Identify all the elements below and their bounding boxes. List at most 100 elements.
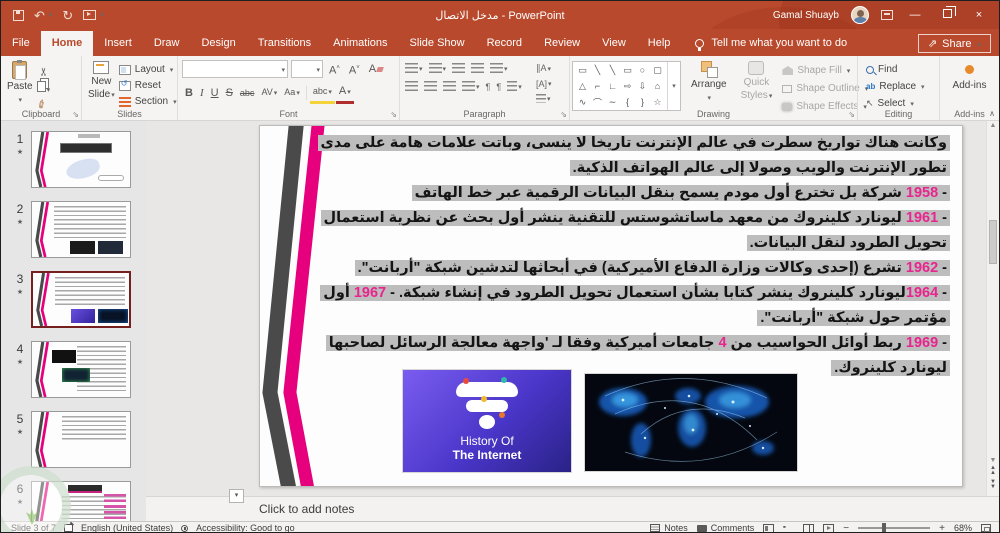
accessibility-label[interactable]: Accessibility: Good to go [196, 523, 295, 532]
scrollbar-thumb[interactable] [989, 220, 997, 264]
italic-button[interactable]: I [197, 85, 207, 101]
reset-button[interactable]: Reset [118, 78, 177, 93]
shrink-font-button[interactable]: A˅ [346, 60, 363, 79]
font-size-combo[interactable] [291, 60, 323, 79]
arrange-button[interactable]: Arrange [687, 59, 731, 107]
shape-gallery-more-icon[interactable]: ▾ [667, 62, 680, 110]
tab-design[interactable]: Design [190, 31, 246, 56]
next-slide-button[interactable]: ▼ ▼ [987, 479, 999, 490]
ribbon-display-options-icon[interactable] [881, 10, 893, 20]
freeform-shape-icon[interactable]: ⌐ [590, 78, 605, 94]
replace-button[interactable]: ab Replace [866, 79, 937, 94]
addins-button[interactable]: Add-ins [942, 59, 997, 107]
customize-quick-access-icon[interactable] [99, 12, 104, 19]
new-slide-button[interactable]: New Slide [84, 59, 119, 107]
text-box-shape-icon[interactable]: ▭ [575, 62, 590, 78]
arc-shape-icon[interactable]: ⌒ [590, 94, 605, 110]
elbow-shape-icon[interactable]: ∟ [605, 78, 620, 94]
slide-thumbnail-4[interactable] [31, 341, 131, 398]
scroll-down-icon[interactable]: ▼ [987, 457, 999, 464]
zoom-out-button[interactable]: − [843, 523, 849, 533]
zoom-slider[interactable] [858, 523, 931, 532]
language-icon[interactable] [64, 524, 74, 532]
layout-button[interactable]: Layout [118, 62, 177, 77]
star-shape-icon[interactable]: ☆ [650, 94, 665, 110]
align-left-button[interactable] [402, 80, 421, 93]
slide-show-button[interactable] [823, 523, 835, 532]
world-map-image[interactable] [584, 373, 798, 472]
numbering-button[interactable] [426, 62, 450, 75]
tab-transitions[interactable]: Transitions [247, 31, 322, 56]
justify-button[interactable] [459, 80, 483, 93]
align-right-button[interactable] [440, 80, 459, 93]
bullets-button[interactable] [402, 62, 426, 75]
language-label[interactable]: English (United States) [81, 523, 173, 532]
tab-insert[interactable]: Insert [93, 31, 143, 56]
save-icon[interactable] [13, 9, 24, 21]
align-center-button[interactable] [421, 80, 440, 93]
clear-formatting-button[interactable]: A [366, 61, 386, 77]
change-case-button[interactable]: Aa [281, 84, 303, 102]
triangle-shape-icon[interactable]: △ [575, 78, 590, 94]
start-from-beginning-icon[interactable] [83, 10, 97, 20]
paragraph-dialog-launcher-icon[interactable]: ⇘ [560, 110, 567, 119]
rtl-direction-button[interactable]: ¶ [493, 80, 504, 93]
restore-button[interactable] [937, 6, 957, 21]
tab-review[interactable]: Review [533, 31, 591, 56]
shadow-button[interactable]: S [223, 85, 236, 101]
right-arrow-shape-icon[interactable]: ⇨ [620, 78, 635, 94]
section-button[interactable]: Section [118, 94, 177, 109]
strikethrough-button[interactable]: abc [237, 85, 258, 101]
fit-slide-to-window-icon[interactable] [981, 524, 991, 532]
bold-button[interactable]: B [182, 85, 196, 101]
increase-indent-button[interactable] [468, 62, 487, 75]
tab-view[interactable]: View [591, 31, 637, 56]
zoom-in-button[interactable]: + [939, 523, 945, 533]
undo-icon[interactable]: ↶ [34, 9, 45, 22]
shape-fill-button[interactable]: Shape Fill [782, 63, 868, 78]
undo-dropdown-icon[interactable] [48, 12, 53, 19]
notes-pane[interactable]: ▾ Click to add notes [146, 489, 999, 521]
tab-help[interactable]: Help [637, 31, 682, 56]
line-spacing-button[interactable] [487, 62, 511, 75]
history-of-internet-image[interactable]: History Of The Internet [402, 369, 572, 473]
cut-icon[interactable]: ✂ [37, 63, 50, 76]
ltr-direction-button[interactable]: ¶ [483, 80, 494, 93]
redo-icon[interactable]: ↻ [62, 9, 73, 22]
close-button[interactable]: × [969, 9, 989, 21]
line-arrow-shape-icon[interactable]: ╲ [605, 62, 620, 78]
comments-toggle-button[interactable]: Comments [696, 523, 754, 532]
zoom-slider-thumb[interactable] [882, 523, 887, 532]
copy-button[interactable] [36, 78, 50, 95]
find-button[interactable]: Find [866, 62, 937, 77]
rectangle-shape-icon[interactable]: ▭ [620, 62, 635, 78]
slide-text-block[interactable]: وكانت هناك تواريخ سطرت في عالم الإنترنت … [317, 131, 950, 381]
character-spacing-button[interactable]: AV [258, 84, 280, 102]
left-brace-shape-icon[interactable]: { [620, 94, 635, 110]
curve-shape-icon[interactable]: ∼ [605, 94, 620, 110]
slide-canvas[interactable]: وكانت هناك تواريخ سطرت في عالم الإنترنت … [259, 125, 963, 487]
minimize-button[interactable]: — [905, 9, 925, 21]
flag-shape-icon[interactable]: ⌂ [650, 78, 665, 94]
tab-file[interactable]: File [1, 31, 41, 56]
drawing-dialog-launcher-icon[interactable]: ⇘ [848, 110, 855, 119]
pane-splitter-button[interactable]: ▾ [229, 489, 244, 503]
decrease-indent-button[interactable] [449, 62, 468, 75]
slide-thumbnail-6[interactable] [31, 481, 131, 521]
font-color-button[interactable]: A [335, 83, 354, 104]
vertical-scrollbar[interactable]: ▲ ▼ ▲ ▲ ▼ ▼ [986, 121, 999, 496]
accessibility-icon[interactable] [181, 524, 189, 532]
tab-draw[interactable]: Draw [143, 31, 191, 56]
scroll-up-icon[interactable]: ▲ [987, 122, 999, 129]
oval-shape-icon[interactable]: ○ [635, 62, 650, 78]
text-direction-button[interactable]: ∥A [533, 62, 567, 75]
paste-button[interactable]: Paste [3, 59, 37, 107]
slide-thumbnail-5[interactable] [31, 411, 131, 468]
quick-styles-button[interactable]: Quick Styles [737, 59, 777, 107]
tab-animations[interactable]: Animations [322, 31, 398, 56]
text-highlight-button[interactable]: abc [309, 83, 335, 104]
zoom-level[interactable]: 68% [954, 523, 972, 532]
tell-me-box[interactable]: Tell me what you want to do [695, 37, 847, 56]
tab-home[interactable]: Home [40, 31, 94, 56]
normal-view-button[interactable] [763, 523, 775, 532]
